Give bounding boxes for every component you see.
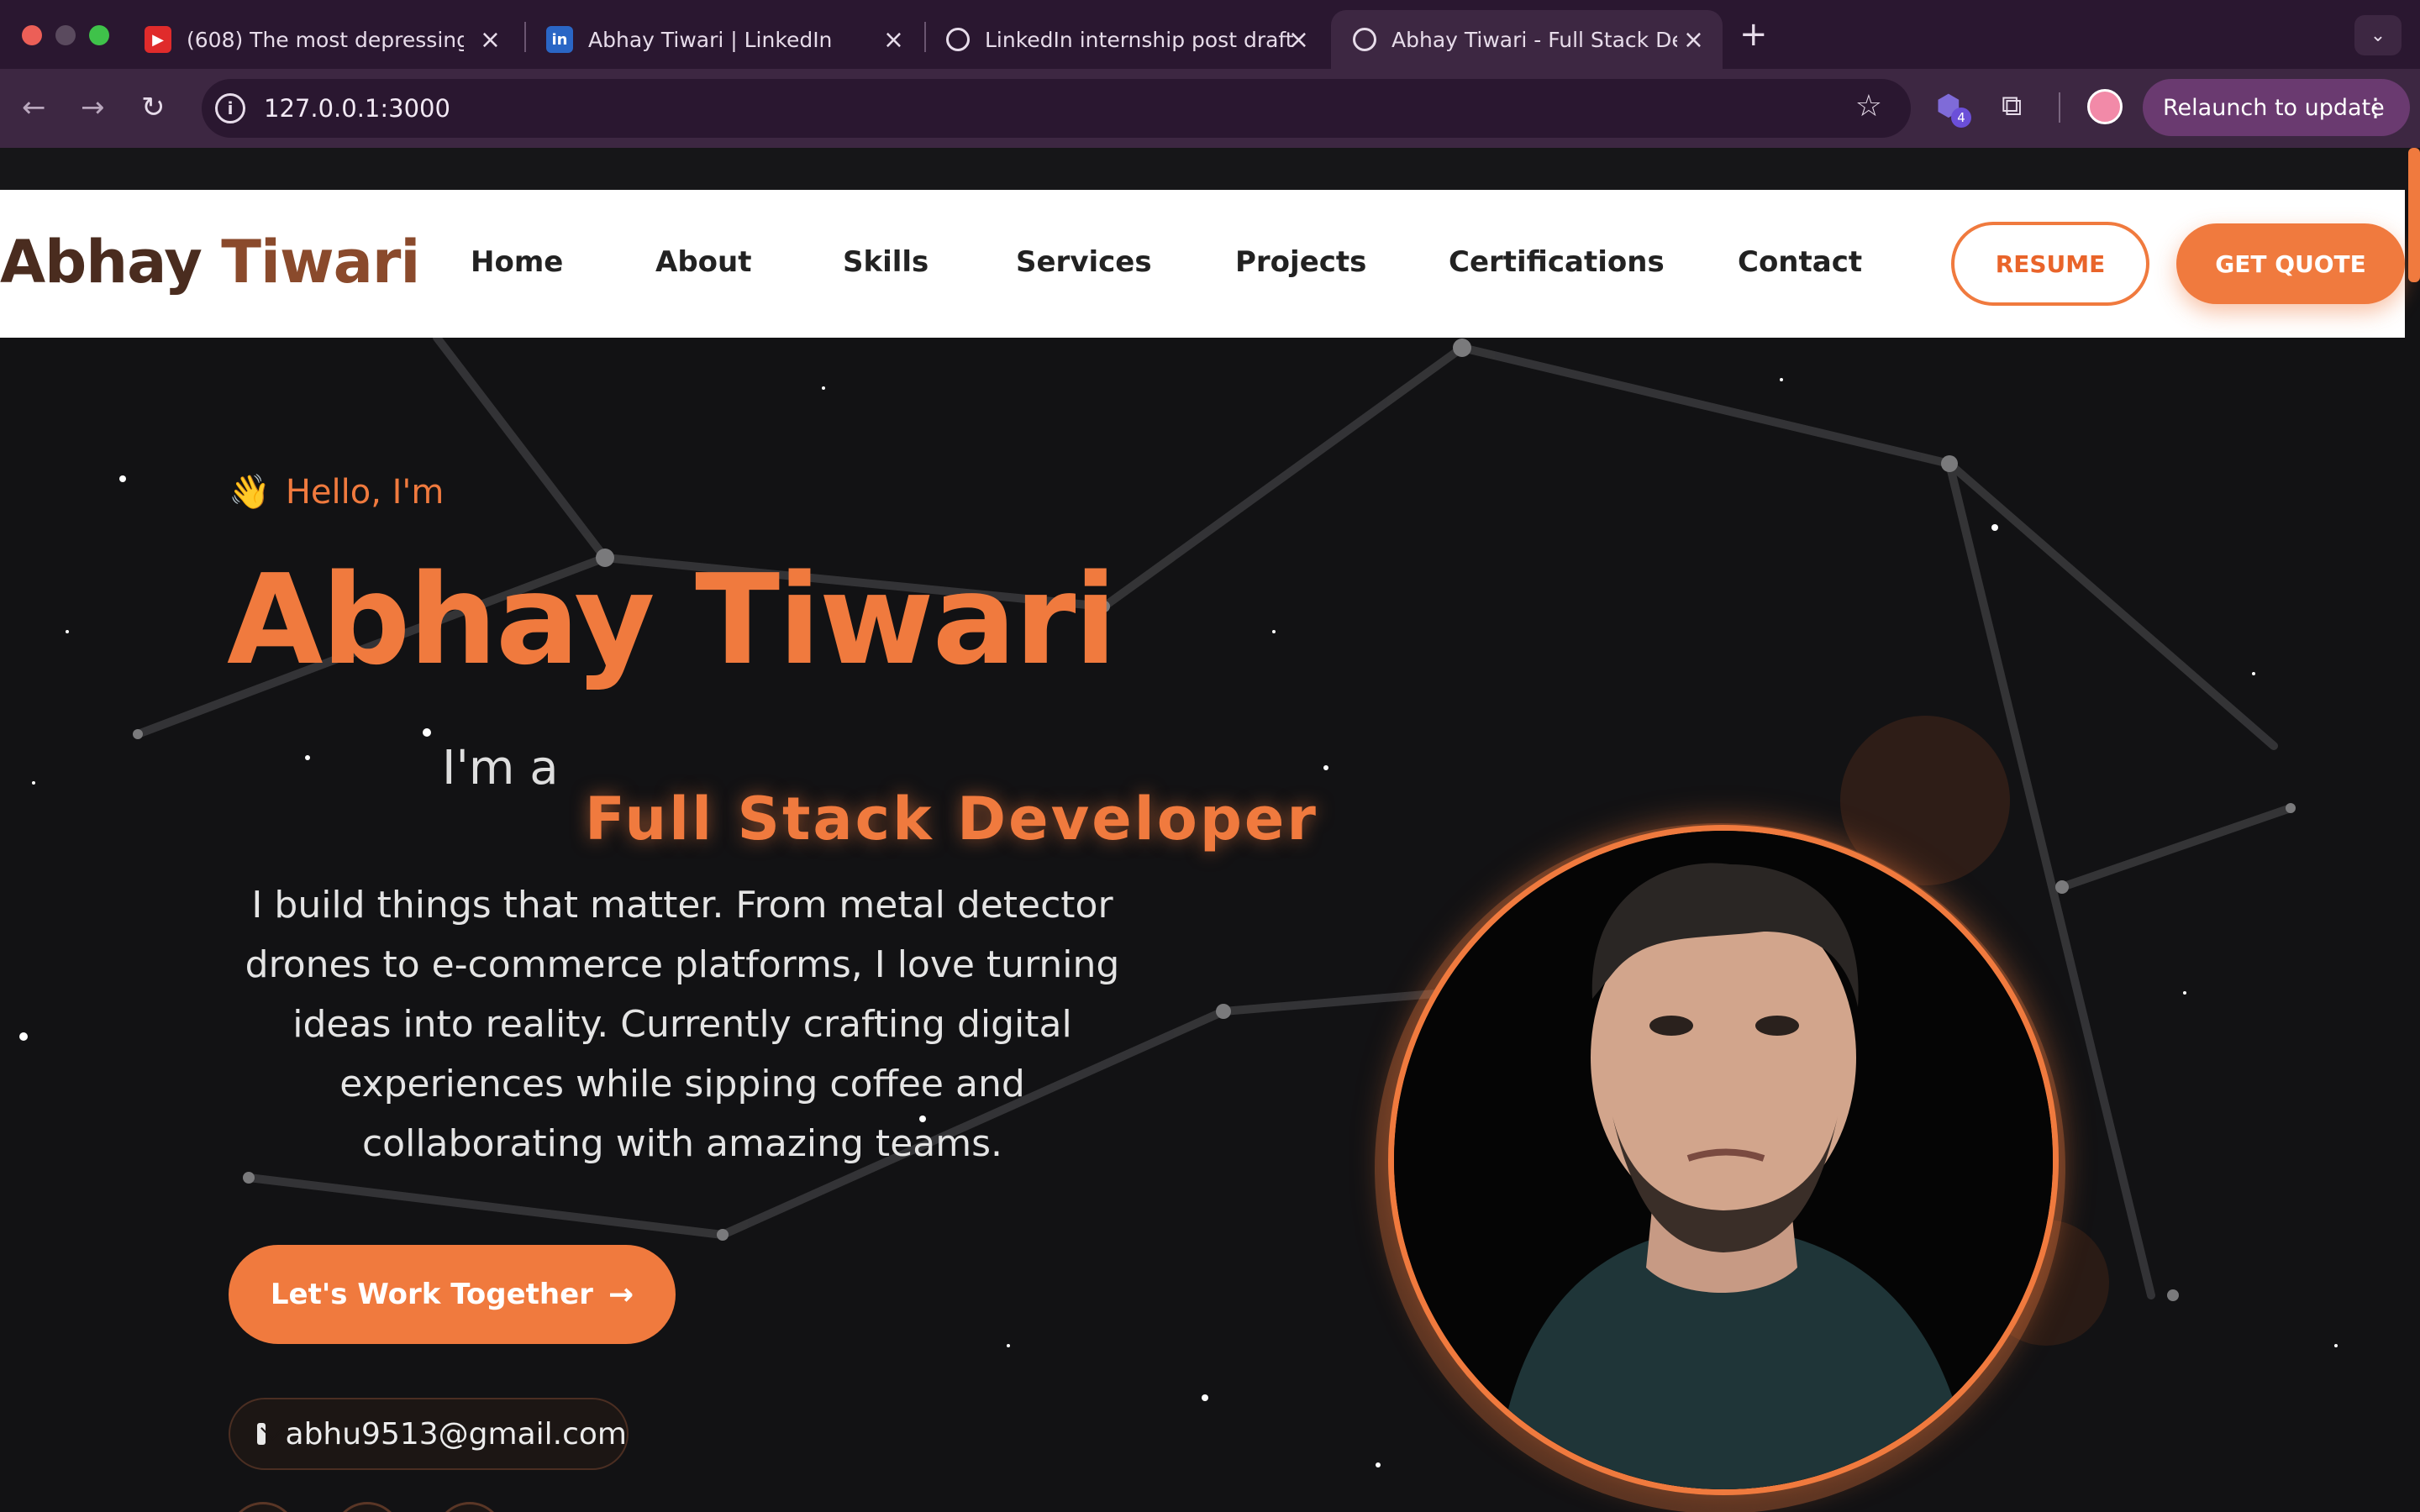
close-window-button[interactable] xyxy=(22,25,42,45)
waving-hand-icon: 👋 xyxy=(229,473,271,512)
url-text[interactable]: 127.0.0.1:3000 xyxy=(264,94,450,123)
reload-icon[interactable]: ↻ xyxy=(141,91,166,124)
nav-link-about[interactable]: About xyxy=(655,245,751,279)
nav-link-certifications[interactable]: Certifications xyxy=(1449,245,1665,279)
close-tab-icon[interactable]: × xyxy=(480,25,501,55)
browser-tab-youtube[interactable]: ▶ (608) The most depressing a × xyxy=(123,10,519,69)
close-tab-icon[interactable]: × xyxy=(1288,25,1309,55)
logo-last-name: Tiwari xyxy=(221,228,420,297)
page-viewport: Abhay Tiwari Home About Skills Services … xyxy=(0,148,2420,1512)
role-title: Full Stack Developer xyxy=(585,785,1318,853)
arrow-right-icon: → xyxy=(608,1277,634,1312)
linkedin-icon: in xyxy=(546,26,573,53)
browser-tab-portfolio[interactable]: Abhay Tiwari - Full Stack Dev × xyxy=(1331,10,1723,69)
browser-tab-chatgpt[interactable]: LinkedIn internship post draft × xyxy=(924,10,1328,69)
nav-link-services[interactable]: Services xyxy=(1016,245,1152,279)
menu-dots-icon[interactable]: ⋮ xyxy=(2363,93,2388,123)
hero-bio: I build things that matter. From metal d… xyxy=(245,884,1120,1165)
nav-link-home[interactable]: Home xyxy=(471,245,563,279)
page-top-strip xyxy=(0,148,2420,190)
site-info-icon[interactable]: i xyxy=(215,93,245,123)
browser-tab-bar: ▶ (608) The most depressing a × in Abhay… xyxy=(0,0,2420,69)
person-photo-illustration xyxy=(1394,831,2053,1489)
tab-search-button[interactable]: ⌄ xyxy=(2354,15,2402,55)
close-tab-icon[interactable]: × xyxy=(883,25,904,55)
profile-photo xyxy=(1388,825,2059,1495)
hero-name: Abhay Tiwari xyxy=(227,548,1117,692)
forward-icon[interactable]: → xyxy=(81,91,105,124)
logo-first-name: Abhay xyxy=(0,228,203,297)
profile-avatar[interactable] xyxy=(2087,89,2123,124)
nav-link-projects[interactable]: Projects xyxy=(1235,245,1366,279)
nav-link-contact[interactable]: Contact xyxy=(1738,245,1862,279)
lets-work-together-button[interactable]: Let's Work Together → xyxy=(229,1245,676,1344)
get-quote-button[interactable]: GET QUOTE xyxy=(2176,223,2405,304)
bookmark-star-icon[interactable]: ☆ xyxy=(1855,89,1882,123)
email-chip[interactable]: abhu9513@gmail.com xyxy=(229,1398,629,1470)
email-text: abhu9513@gmail.com xyxy=(285,1416,627,1452)
maximize-window-button[interactable] xyxy=(89,25,109,45)
close-tab-icon[interactable]: × xyxy=(1683,25,1704,55)
tab-title: Abhay Tiwari | LinkedIn xyxy=(588,27,833,52)
extension-badge: 4 xyxy=(1951,108,1971,128)
resume-button[interactable]: RESUME xyxy=(1951,222,2149,306)
relaunch-button[interactable]: Relaunch to update ⋮ xyxy=(2143,79,2410,136)
browser-toolbar: ← → ↻ i 127.0.0.1:3000 ☆ ⬢ ⧉ xyxy=(0,69,2420,148)
minimize-window-button[interactable] xyxy=(55,25,76,45)
site-logo[interactable]: Abhay Tiwari xyxy=(0,228,420,297)
mail-icon xyxy=(257,1423,266,1445)
youtube-icon: ▶ xyxy=(145,26,171,53)
cta-label: Let's Work Together xyxy=(270,1278,593,1311)
tab-title: LinkedIn internship post draft xyxy=(985,27,1294,52)
toolbar-divider xyxy=(2059,92,2060,123)
address-bar[interactable]: i 127.0.0.1:3000 ☆ xyxy=(202,79,1911,138)
new-tab-button[interactable]: + xyxy=(1739,15,1768,54)
relaunch-label: Relaunch to update xyxy=(2163,94,2385,121)
browser-tab-linkedin[interactable]: in Abhay Tiwari | LinkedIn × xyxy=(524,10,923,69)
globe-icon xyxy=(1353,28,1376,51)
greeting-text: Hello, I'm xyxy=(285,472,445,512)
page-scrollbar[interactable] xyxy=(2408,148,2420,282)
greeting: 👋 Hello, I'm xyxy=(229,472,444,512)
hero-section: 👋 Hello, I'm Abhay Tiwari I'm a Full Sta… xyxy=(0,338,2405,1512)
back-icon[interactable]: ← xyxy=(22,91,46,124)
chatgpt-icon xyxy=(946,28,970,51)
tab-title: (608) The most depressing a xyxy=(187,27,464,52)
tab-title: Abhay Tiwari - Full Stack Dev xyxy=(1392,27,1677,52)
intro-text: I'm a xyxy=(442,741,559,795)
nav-link-skills[interactable]: Skills xyxy=(843,245,929,279)
extensions-puzzle-icon[interactable]: ⧉ xyxy=(2002,89,2022,123)
site-navbar: Abhay Tiwari Home About Skills Services … xyxy=(0,190,2405,338)
